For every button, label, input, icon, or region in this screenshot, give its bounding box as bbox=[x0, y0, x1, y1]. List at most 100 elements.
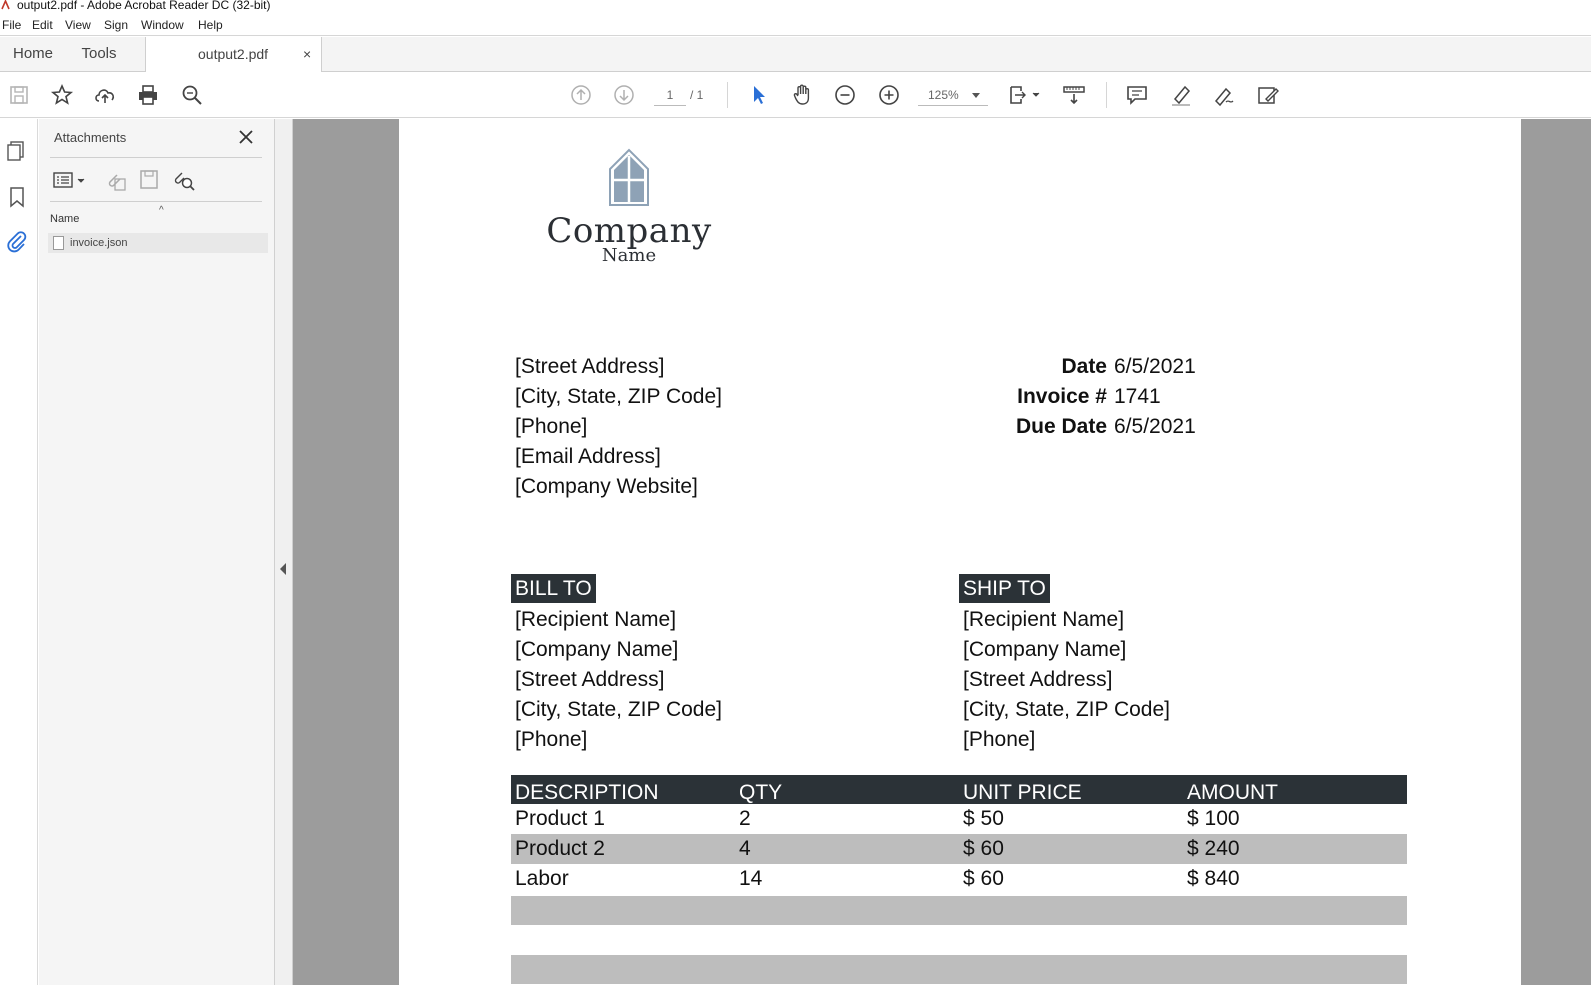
select-arrow-icon[interactable] bbox=[746, 82, 772, 108]
line-items-table: DESCRIPTION QTY UNIT PRICE AMOUNT Produc… bbox=[511, 775, 1407, 894]
sender-line: [Email Address] bbox=[515, 445, 661, 468]
table-header-row: DESCRIPTION QTY UNIT PRICE AMOUNT bbox=[511, 775, 1407, 804]
toolbar-separator bbox=[1106, 82, 1107, 108]
tab-bar: Home Tools output2.pdf × bbox=[0, 37, 1591, 73]
zoom-in-icon[interactable] bbox=[876, 82, 902, 108]
sender-address-block: [Street Address] [City, State, ZIP Code]… bbox=[515, 352, 722, 502]
cell-unit-price: $ 60 bbox=[963, 867, 1004, 890]
invoice-number-row: Invoice # 1741 bbox=[999, 382, 1204, 412]
empty-table-row bbox=[511, 896, 1407, 925]
canvas-margin bbox=[1521, 119, 1591, 985]
collapse-arrow-icon[interactable] bbox=[280, 563, 286, 575]
attachment-row[interactable]: invoice.json bbox=[48, 233, 268, 253]
print-icon[interactable] bbox=[135, 82, 161, 108]
save-attachment-icon[interactable] bbox=[136, 167, 162, 193]
menu-file[interactable]: File bbox=[2, 18, 21, 32]
menu-bar: File Edit View Sign Window Help bbox=[0, 14, 1591, 36]
edit-pdf-icon[interactable] bbox=[1255, 82, 1281, 108]
cell-amount: $ 100 bbox=[1187, 807, 1240, 830]
menu-help[interactable]: Help bbox=[198, 18, 223, 32]
sender-line: [Company Website] bbox=[515, 475, 698, 498]
hand-icon[interactable] bbox=[789, 82, 815, 108]
cell-unit-price: $ 60 bbox=[963, 837, 1004, 860]
cell-qty: 2 bbox=[739, 807, 751, 830]
bill-to-block: [Recipient Name] [Company Name] [Street … bbox=[515, 605, 722, 755]
ship-to-block: [Recipient Name] [Company Name] [Street … bbox=[963, 605, 1170, 755]
page-number-input[interactable]: 1 bbox=[654, 84, 686, 106]
bill-to-line: [Company Name] bbox=[515, 638, 679, 661]
cell-qty: 14 bbox=[739, 867, 763, 890]
bookmarks-icon[interactable] bbox=[5, 185, 29, 209]
attachment-paperclip-icon[interactable] bbox=[5, 229, 29, 253]
cell-description: Product 1 bbox=[515, 807, 605, 830]
panel-collapse-strip[interactable] bbox=[275, 119, 293, 985]
prev-page-icon[interactable] bbox=[568, 82, 594, 108]
page-fit-icon[interactable] bbox=[1006, 82, 1042, 108]
file-icon bbox=[53, 236, 64, 250]
cell-unit-price: $ 50 bbox=[963, 807, 1004, 830]
tab-document[interactable]: output2.pdf × bbox=[145, 37, 322, 73]
toolbar-separator bbox=[727, 82, 728, 108]
ship-to-line: [Phone] bbox=[963, 728, 1036, 751]
panel-divider bbox=[50, 201, 262, 202]
scroll-mode-icon[interactable] bbox=[1061, 82, 1087, 108]
ship-to-line: [Recipient Name] bbox=[963, 608, 1125, 631]
tab-tools[interactable]: Tools bbox=[66, 37, 132, 72]
attachments-panel-title: Attachments bbox=[54, 130, 127, 145]
invoice-meta-block: Date 6/5/2021 Invoice # 1741 Due Date 6/… bbox=[999, 352, 1204, 442]
meta-value: 1741 bbox=[1114, 385, 1161, 408]
attachments-toolbar bbox=[50, 165, 262, 195]
zoom-value: 125% bbox=[928, 88, 959, 102]
next-page-icon[interactable] bbox=[611, 82, 637, 108]
meta-value: 6/5/2021 bbox=[1114, 355, 1196, 378]
page-thumbnails-icon[interactable] bbox=[5, 139, 29, 163]
tab-home[interactable]: Home bbox=[0, 37, 66, 72]
column-header-name[interactable]: Name bbox=[50, 213, 79, 225]
options-menu-icon[interactable] bbox=[52, 167, 88, 193]
pdf-page: Company Name [Street Address] [City, Sta… bbox=[399, 119, 1521, 985]
cell-description: Labor bbox=[515, 867, 569, 890]
menu-sign[interactable]: Sign bbox=[104, 18, 128, 32]
close-icon[interactable] bbox=[237, 128, 255, 146]
sort-ascending-icon[interactable]: ^ bbox=[159, 205, 164, 216]
meta-label: Invoice # bbox=[1017, 385, 1107, 408]
close-icon[interactable]: × bbox=[303, 37, 311, 71]
window-titlebar: output2.pdf - Adobe Acrobat Reader DC (3… bbox=[0, 0, 1591, 13]
highlight-icon[interactable] bbox=[1168, 82, 1194, 108]
search-attachment-icon[interactable] bbox=[170, 167, 196, 193]
cell-description: Product 2 bbox=[515, 837, 605, 860]
menu-window[interactable]: Window bbox=[141, 18, 184, 32]
upload-cloud-icon[interactable] bbox=[92, 82, 118, 108]
panel-divider bbox=[50, 157, 262, 158]
ship-to-heading: SHIP TO bbox=[959, 574, 1050, 603]
cell-qty: 4 bbox=[739, 837, 751, 860]
comment-icon[interactable] bbox=[1124, 82, 1150, 108]
bill-to-line: [City, State, ZIP Code] bbox=[515, 698, 722, 721]
main-toolbar: 1 / 1 125% bbox=[0, 72, 1591, 118]
invoice-due-date-row: Due Date 6/5/2021 bbox=[999, 412, 1204, 442]
bookmark-star-icon[interactable] bbox=[49, 82, 75, 108]
menu-edit[interactable]: Edit bbox=[32, 18, 53, 32]
add-attachment-icon[interactable] bbox=[103, 167, 129, 193]
table-row: Labor 14 $ 60 $ 840 bbox=[511, 864, 1407, 894]
bill-to-heading: BILL TO bbox=[511, 574, 596, 603]
ship-to-line: [Company Name] bbox=[963, 638, 1127, 661]
sign-icon[interactable] bbox=[1211, 82, 1237, 108]
meta-label: Date bbox=[1061, 355, 1107, 378]
acrobat-app-icon bbox=[1, 0, 10, 10]
window-title: output2.pdf - Adobe Acrobat Reader DC (3… bbox=[17, 0, 271, 12]
sender-line: [City, State, ZIP Code] bbox=[515, 385, 722, 408]
save-icon[interactable] bbox=[6, 82, 32, 108]
tab-document-label: output2.pdf bbox=[198, 46, 269, 62]
invoice-date-row: Date 6/5/2021 bbox=[999, 352, 1204, 382]
search-zoom-icon[interactable] bbox=[179, 82, 205, 108]
page-total: / 1 bbox=[690, 88, 704, 102]
left-navigation-rail bbox=[0, 119, 38, 985]
zoom-out-icon[interactable] bbox=[832, 82, 858, 108]
cell-amount: $ 840 bbox=[1187, 867, 1240, 890]
sender-line: [Street Address] bbox=[515, 355, 665, 378]
menu-view[interactable]: View bbox=[65, 18, 91, 32]
window-logo-icon bbox=[609, 148, 649, 206]
zoom-select[interactable]: 125% bbox=[918, 84, 988, 106]
document-canvas[interactable]: Company Name [Street Address] [City, Sta… bbox=[293, 119, 1591, 985]
